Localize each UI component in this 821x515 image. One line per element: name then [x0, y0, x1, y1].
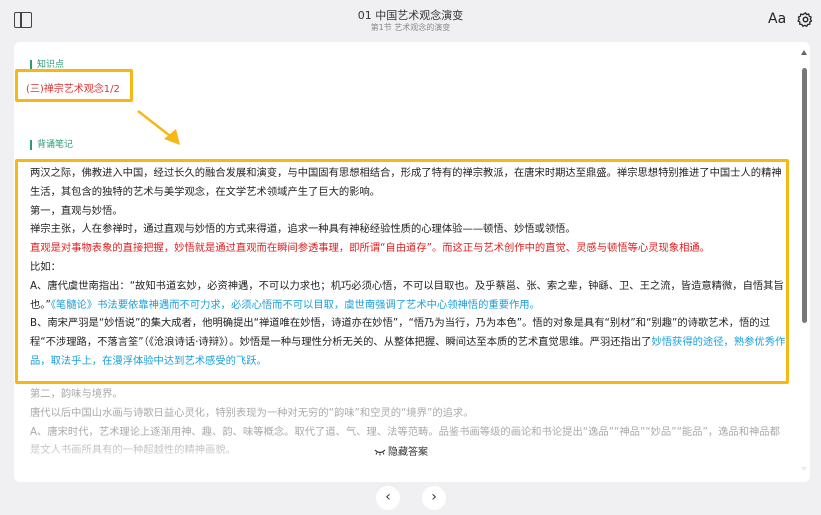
hide-answer-button[interactable]: 隐藏答案 [368, 443, 434, 463]
example-a-highlight: 《笔髓论》书法要依靠神遇而不可力求，必须心悟而不可以目取，虞世南强调了艺术中心领… [50, 298, 540, 311]
top-bar: 01 中国艺术观念演变 第1节 艺术观念的演变 Aa [0, 0, 821, 40]
hide-answer-label: 隐藏答案 [388, 447, 428, 458]
page-subtitle: 第1节 艺术观念的演变 [370, 23, 451, 32]
content-card[interactable]: 知识点 (三)禅宗艺术观念1/2 背诵笔记 两汉之际，佛教进入中国，经过长久的融… [14, 42, 810, 482]
faded-heading: 第二，韵味与境界。 [30, 388, 123, 400]
gear-icon[interactable] [797, 11, 814, 28]
title-block: 01 中国艺术观念演变 第1节 艺术观念的演变 [0, 9, 821, 33]
knowledge-point: (三)禅宗艺术观念1/2 [26, 84, 120, 95]
font-size-button[interactable]: Aa [768, 11, 786, 27]
notes-section-label: 背诵笔记 [30, 140, 73, 150]
notes-example-b: B、南宋严羽是“妙悟说”的集大成者，他明确提出“禅道唯在妙悟，诗道亦在妙悟”，“… [30, 314, 786, 370]
prev-button[interactable]: ‹ [376, 486, 400, 510]
scrollbar-thumb[interactable] [802, 68, 807, 323]
eye-closed-icon [374, 449, 386, 456]
annotation-arrow [137, 110, 180, 145]
notes-body: 两汉之际，佛教进入中国，经过长久的融合发展和演变，与中国固有思想相结合，形成了特… [30, 164, 786, 371]
notes-heading: 第一，直观与妙悟。 [30, 204, 123, 217]
notes-paragraph: 比如： [30, 260, 61, 273]
page-title: 01 中国艺术观念演变 [357, 9, 464, 22]
faded-paragraph: 唐代以后中国山水画与诗歌日益心灵化，特别表现为一种对无穷的“韵味”和空灵的“境界… [30, 406, 474, 419]
notes-key-paragraph: 直观是对事物表象的直接把握，妙悟就是通过直观而在瞬间参透事理，即所谓“自由道存”… [30, 242, 710, 255]
notes-example-a: A、唐代虞世南指出：“故知书道玄妙，必资神遇，不可以力求也；机巧必须心悟，不可以… [30, 277, 786, 315]
scroll-up-arrow[interactable] [801, 50, 807, 55]
next-button[interactable]: › [422, 486, 446, 510]
notes-paragraph: 禅宗主张，人在参禅时，通过直观与妙悟的方式来得道，追求一种具有神秘经验性质的心理… [30, 223, 576, 236]
notes-paragraph: 两汉之际，佛教进入中国，经过长久的融合发展和演变，与中国固有思想相结合，形成了特… [30, 167, 782, 198]
